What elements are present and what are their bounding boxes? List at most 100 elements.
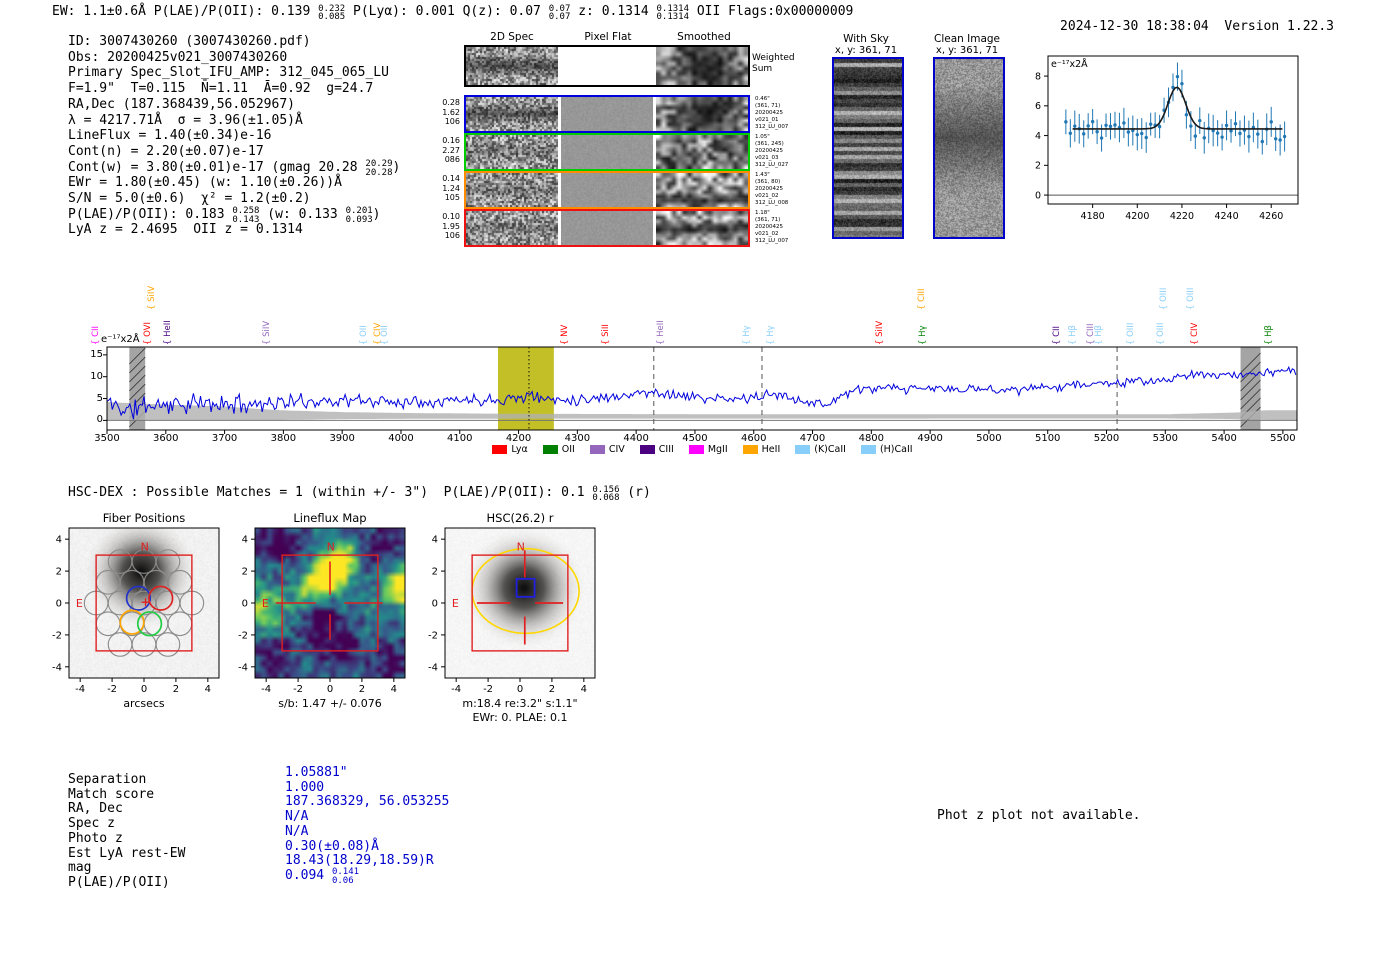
legend-swatch: [795, 445, 811, 454]
info-line: Primary Spec_Slot_IFU_AMP: 312_045_065_L…: [68, 65, 389, 81]
match-row-label: P(LAE)/P(OII): [68, 874, 170, 890]
spectrum-x-tick: 4700: [799, 433, 826, 444]
info-line: EWr = 1.80(±0.45) (w: 1.10(±0.26))Å: [68, 175, 342, 191]
legend-item: CIII: [639, 444, 674, 455]
emission-line-label: { Hγ: [741, 325, 752, 345]
cutout-y-tick: 2: [56, 567, 62, 578]
cutout-panel-fiber: N E -4 -4 -2 -2 0 0 2 2 4 4 Fiber Positions arcsecs: [31, 511, 226, 729]
match-row-value: 1.05881": [285, 765, 348, 780]
spec2d-image: [466, 135, 558, 169]
lineflux-image: [255, 528, 405, 678]
spec2d-row: [464, 209, 750, 247]
cutout-panel-hsc: N E -4 -4 -2 -2 0 0 2 2 4 4 HSC(26.2) r m:18.4 re:3.2…: [407, 511, 602, 729]
spec2d-col-header: 2D Spec: [490, 31, 534, 43]
cutout-panel-lineflux: N E -4 -4 -2 -2 0 0 2 2 4 4 Lineflux Map s/b: 1.47 +/…: [217, 511, 412, 729]
cutout-x-tick: 2: [173, 684, 179, 695]
cutout-xlabel: arcsecs: [123, 697, 165, 710]
spec2d-row-stats: 0.16 2.27 086: [442, 136, 460, 165]
line-fit-plot: 4180 4200 4220 4240 4260 0 2 4 6 8 e⁻¹⁷x2Å: [1000, 44, 1320, 239]
sky-panel-title: With Sky: [843, 33, 889, 45]
match-row-label: Separation: [68, 772, 147, 787]
cutout-x-tick: 0: [327, 684, 333, 695]
header-version: Version 1.22.3: [1224, 19, 1334, 34]
legend-swatch: [639, 445, 655, 454]
legend-label: HeII: [761, 444, 781, 455]
with-sky-image: [832, 57, 904, 239]
spectrum-x-tick: 4800: [858, 433, 885, 444]
spectrum-y-tick: 10: [90, 370, 103, 382]
info-line: Cont(n) = 2.20(±0.07)e-17: [68, 143, 264, 159]
emission-line-label: { CII: [1051, 325, 1062, 345]
emission-line-label: { CII: [90, 325, 101, 345]
info-line: λ = 4217.71Å σ = 3.96(±1.05)Å: [68, 112, 303, 128]
header-metrics: EW: 1.1±0.6Å P(LAE)/P(OII): 0.139 0.232 0…: [52, 3, 854, 22]
spec2d-row: [464, 95, 750, 133]
legend-swatch: [688, 445, 704, 454]
legend-swatch: [589, 445, 605, 454]
spec2d-row: [464, 45, 750, 87]
fit-y-tick: 4: [1035, 131, 1041, 142]
cutout-x-tick: -4: [75, 684, 85, 695]
line-fit-plot-svg: 4180 4200 4220 4240 4260 0 2 4 6 8 e⁻¹⁷x2Å: [1035, 55, 1299, 222]
pixel-flat-image: [561, 211, 653, 245]
spec2d-col-header: Pixel Flat: [584, 31, 632, 43]
emission-line-label: { Hγ: [918, 325, 929, 345]
emission-line-label: { CIII: [917, 288, 927, 310]
cutout-x-tick: -2: [293, 684, 303, 695]
cutout-y-tick: 2: [432, 567, 438, 578]
spec2d-col-header: Smoothed: [677, 31, 731, 43]
pixel-flat-image: [561, 173, 653, 207]
emission-line-label: { Hβ: [1093, 325, 1104, 345]
smoothed-image: [656, 97, 748, 131]
emission-line-label: { HeII: [163, 320, 174, 345]
spec2d-row: [464, 171, 750, 209]
match-row-value: 0.094 0.141 0.06: [285, 867, 360, 886]
cutout-x-tick: 0: [141, 684, 147, 695]
fit-y-tick: 6: [1035, 101, 1041, 112]
cutout-y-tick: -2: [52, 630, 62, 641]
spec2d-row: [464, 133, 750, 171]
legend-label: Lyα: [511, 444, 528, 455]
spec2d-row-label: 1.43" (361, 80) 20200425 v021_02 312_LU_008: [755, 172, 789, 206]
info-line: RA,Dec (187.368439,56.052967): [68, 96, 295, 112]
fit-units-label: e⁻¹⁷x2Å: [1051, 58, 1088, 70]
emission-line-label: { CIV: [1189, 322, 1200, 345]
emission-line-label: { Hγ: [765, 325, 776, 345]
cutout-y-tick: -4: [428, 662, 438, 673]
match-row-label: Match score: [68, 786, 155, 802]
emission-line-label: { HeII: [655, 320, 666, 345]
legend-label: (K)CaII: [814, 444, 846, 455]
fit-x-tick: 4220: [1170, 211, 1194, 222]
match-row-value: 0.30(±0.08)Å: [285, 838, 379, 854]
legend-item: MgII: [688, 444, 728, 455]
spectrum-x-tick: 5000: [976, 433, 1002, 444]
cutout-x-tick: 4: [581, 684, 587, 695]
cutout-x-tick: 2: [359, 684, 365, 695]
cutout-y-tick: 0: [242, 599, 248, 610]
spec2d-row-label: 1.05" (361, 245) 20200425 v021_03 312_LU_027: [755, 134, 789, 168]
legend-item: HeII: [742, 444, 781, 455]
cutout-x-tick: 2: [549, 684, 555, 695]
stacked-uncertainty: 0.156 0.068: [592, 484, 620, 503]
smoothed-image: [656, 173, 748, 207]
cutout-y-tick: -2: [238, 630, 248, 641]
cutout-y-tick: -4: [52, 662, 62, 673]
fit-y-tick: 0: [1035, 190, 1041, 201]
legend-swatch: [492, 445, 508, 454]
cutout-y-tick: 0: [432, 599, 438, 610]
match-row-value: 187.368329, 56.053255: [285, 794, 450, 810]
emission-line-label: { OIII: [1155, 322, 1166, 345]
legend-item: (K)CaII: [795, 444, 846, 455]
match-row-value: N/A: [285, 823, 309, 839]
spec2d-row-label: 1.18" (361, 71) 20200425 v021_02 312_LU_007: [755, 210, 789, 244]
header-spacer: [1209, 19, 1225, 34]
spectrum-x-tick: 5400: [1211, 433, 1237, 444]
cutout-y-tick: 4: [56, 535, 62, 546]
cutout-y-tick: 4: [432, 535, 438, 546]
cutout-x-tick: -2: [107, 684, 117, 695]
emission-line-label: { OIII: [1185, 287, 1196, 310]
match-row-label: Spec z: [68, 816, 115, 832]
pixel-flat-image: [561, 97, 653, 131]
legend-label: (H)CaII: [879, 444, 913, 455]
photz-note: Phot z plot not available.: [937, 808, 1141, 823]
